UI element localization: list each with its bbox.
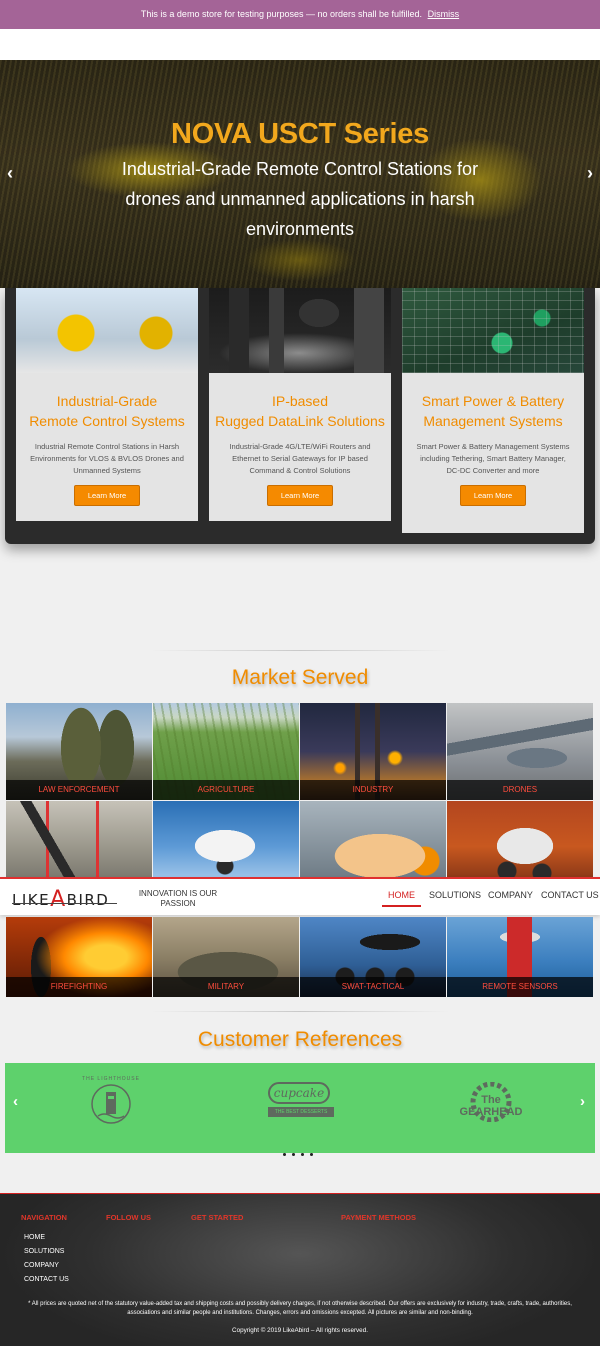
market-served-title: Market Served [231, 666, 369, 689]
dismiss-link[interactable]: Dismiss [428, 9, 460, 19]
learn-more-button[interactable]: Learn More [267, 485, 333, 506]
solution-title: IP-based Rugged DataLink Solutions [215, 393, 385, 429]
market-tile-underwater[interactable] [300, 801, 446, 877]
footer: NAVIGATION FOLLOW US GET STARTED PAYMENT… [0, 1193, 600, 1346]
references-next-arrow-icon[interactable]: › [580, 1093, 585, 1110]
solution-description: Industrial Remote Control Stations in Ha… [30, 442, 184, 475]
market-tile-industry[interactable]: INDUSTRY [300, 703, 446, 800]
hero-subtitle: Industrial-Grade Remote Control Stations… [121, 159, 479, 239]
market-tile-military[interactable]: MILITARY [153, 917, 299, 997]
demo-store-notice: This is a demo store for testing purpose… [0, 0, 600, 29]
footer-heading-get-started: GET STARTED [191, 1213, 244, 1222]
gearhead-logo: The GEARHEAD [453, 1081, 529, 1127]
solution-card-power: Smart Power & Battery Management Systems… [402, 288, 584, 533]
solution-card-datalink: IP-based Rugged DataLink Solutions Indus… [209, 288, 391, 521]
market-tile-rover[interactable] [447, 801, 593, 877]
references-prev-arrow-icon[interactable]: ‹ [13, 1093, 18, 1110]
solution-description: Smart Power & Battery Management Systems… [416, 442, 570, 475]
footer-link-contact-us[interactable]: CONTACT US [24, 1276, 69, 1283]
footer-link-home[interactable]: HOME [24, 1234, 45, 1241]
solutions-panel: Industrial-Grade Remote Control Systems … [5, 288, 595, 544]
likeabird-logo[interactable]: LIKEABIRD [12, 886, 109, 912]
hero-next-arrow-icon[interactable]: › [587, 163, 593, 184]
market-tile-agriculture[interactable]: AGRICULTURE [153, 703, 299, 800]
market-tile-remote-sensors[interactable]: REMOTE SENSORS [447, 917, 593, 997]
market-tile-firefighting[interactable]: FIREFIGHTING [6, 917, 152, 997]
market-tile-law-enforcement[interactable]: LAW ENFORCEMENT [6, 703, 152, 800]
page: This is a demo store for testing purpose… [0, 0, 600, 1346]
market-tile-swat-tactical[interactable]: SWAT-TACTICAL [300, 917, 446, 997]
solution-card-remote-control: Industrial-Grade Remote Control Systems … [16, 288, 198, 521]
footer-link-solutions[interactable]: SOLUTIONS [24, 1248, 64, 1255]
site-header: LIKEABIRD INNOVATION IS OUR PASSION HOME… [0, 877, 600, 915]
lighthouse-icon [91, 1084, 131, 1124]
divider [150, 650, 450, 651]
nav-company[interactable]: COMPANY [488, 890, 533, 900]
learn-more-button[interactable]: Learn More [74, 485, 140, 506]
hero-prev-arrow-icon[interactable]: ‹ [7, 163, 13, 184]
market-tile-drones[interactable]: DRONES [447, 703, 593, 800]
footer-link-company[interactable]: COMPANY [24, 1262, 59, 1269]
solution-title: Smart Power & Battery Management Systems [421, 393, 565, 429]
customer-references-title: Customer References [197, 1028, 403, 1051]
remote-control-station-image [16, 288, 198, 373]
lighthouse-logo: THE LIGHTHOUSE [82, 1076, 139, 1131]
footer-heading-navigation: NAVIGATION [21, 1213, 67, 1222]
top-spacer [0, 29, 600, 60]
nav-home[interactable]: HOME [382, 890, 421, 907]
cupcake-logo: cupcake THE BEST DESSERTS [268, 1082, 334, 1117]
copyright: Copyright © 2019 LikeAbird – All rights … [232, 1327, 368, 1334]
solution-description: Industrial-Grade 4G/LTE/WiFi Routers and… [229, 442, 371, 475]
market-tile-robot[interactable] [6, 801, 152, 877]
hero-slider: NOVA USCT Series Industrial-Grade Remote… [0, 60, 600, 288]
divider [150, 1011, 450, 1012]
power-board-image [402, 288, 584, 373]
tagline: INNOVATION IS OUR PASSION [138, 889, 218, 908]
hero-title: NOVA USCT Series [171, 118, 429, 150]
footer-heading-payment-methods: PAYMENT METHODS [341, 1213, 417, 1222]
market-tile-aerial-camera[interactable] [153, 801, 299, 877]
notice-text: This is a demo store for testing purpose… [140, 9, 423, 19]
solution-title: Industrial-Grade Remote Control Systems [29, 393, 185, 429]
carousel-dots[interactable] [283, 1143, 319, 1161]
nav-contact-us[interactable]: CONTACT US [541, 890, 599, 900]
footer-heading-follow-us: FOLLOW US [106, 1213, 151, 1222]
datalink-image [209, 288, 391, 373]
learn-more-button[interactable]: Learn More [460, 485, 526, 506]
nav-solutions[interactable]: SOLUTIONS [429, 890, 481, 900]
price-disclaimer: * All prices are quoted net of the statu… [28, 1301, 572, 1316]
